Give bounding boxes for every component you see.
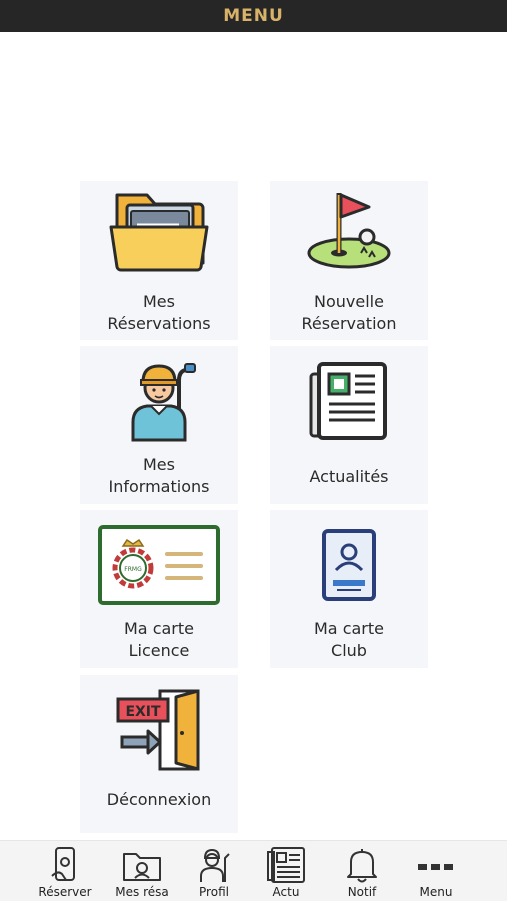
tab-menu[interactable]: Menu: [410, 841, 462, 901]
exit-door-icon: EXIT: [80, 687, 238, 777]
newspaper-icon: [270, 360, 428, 448]
tab-reserver[interactable]: Réserver: [34, 841, 96, 901]
folder-user-icon: [123, 853, 161, 881]
tile-label: Actualités: [309, 467, 389, 486]
tile-label: Nouvelle Réservation: [301, 292, 397, 333]
tab-notif[interactable]: Notif: [338, 841, 386, 901]
tab-label: Profil: [199, 885, 229, 899]
tab-label: Menu: [419, 885, 453, 899]
golfer-icon: [80, 356, 238, 446]
tile-ma-carte-club[interactable]: Ma carte Club: [270, 510, 428, 668]
tab-label: Actu: [272, 885, 300, 899]
tab-label: Réserver: [38, 885, 92, 899]
tab-profil[interactable]: Profil: [190, 841, 238, 901]
tile-label: Déconnexion: [106, 790, 212, 809]
bottom-tab-bar: Réserver Mes résa Profil Actu Notif Menu: [0, 840, 507, 901]
tile-ma-carte-licence[interactable]: FRMG Ma carte Licence: [80, 510, 238, 668]
tab-label: Mes résa: [115, 885, 169, 899]
tile-label: Mes Informations: [108, 455, 210, 496]
tile-label: Ma carte Licence: [124, 619, 194, 660]
license-card-icon: FRMG: [80, 524, 238, 610]
golfer-profile-icon: [200, 848, 230, 882]
tile-deconnexion[interactable]: EXIT Déconnexion: [80, 675, 238, 833]
tile-label: Ma carte Club: [314, 619, 384, 660]
card-emblem-text: FRMG: [124, 566, 142, 573]
tab-actu[interactable]: Actu: [262, 841, 310, 901]
newspaper-tab-icon: [267, 847, 305, 883]
folder-icon: [80, 189, 238, 277]
exit-sign-text: EXIT: [125, 704, 161, 720]
tile-label: Mes Réservations: [107, 292, 211, 333]
phone-reserve-icon: [51, 847, 75, 881]
tile-mes-informations[interactable]: Mes Informations: [80, 346, 238, 504]
page-title: MENU: [223, 6, 284, 26]
bell-icon: [347, 849, 377, 883]
tile-nouvelle-reservation[interactable]: Nouvelle Réservation: [270, 181, 428, 340]
tab-label: Notif: [347, 885, 377, 899]
more-dots-icon: [418, 864, 453, 870]
id-badge-icon: [270, 528, 428, 606]
header-bar: MENU: [0, 0, 507, 32]
tab-mes-resa[interactable]: Mes résa: [110, 841, 174, 901]
tile-actualites[interactable]: Actualités: [270, 346, 428, 504]
golf-flag-icon: [270, 187, 428, 277]
tile-mes-reservations[interactable]: Mes Réservations: [80, 181, 238, 340]
